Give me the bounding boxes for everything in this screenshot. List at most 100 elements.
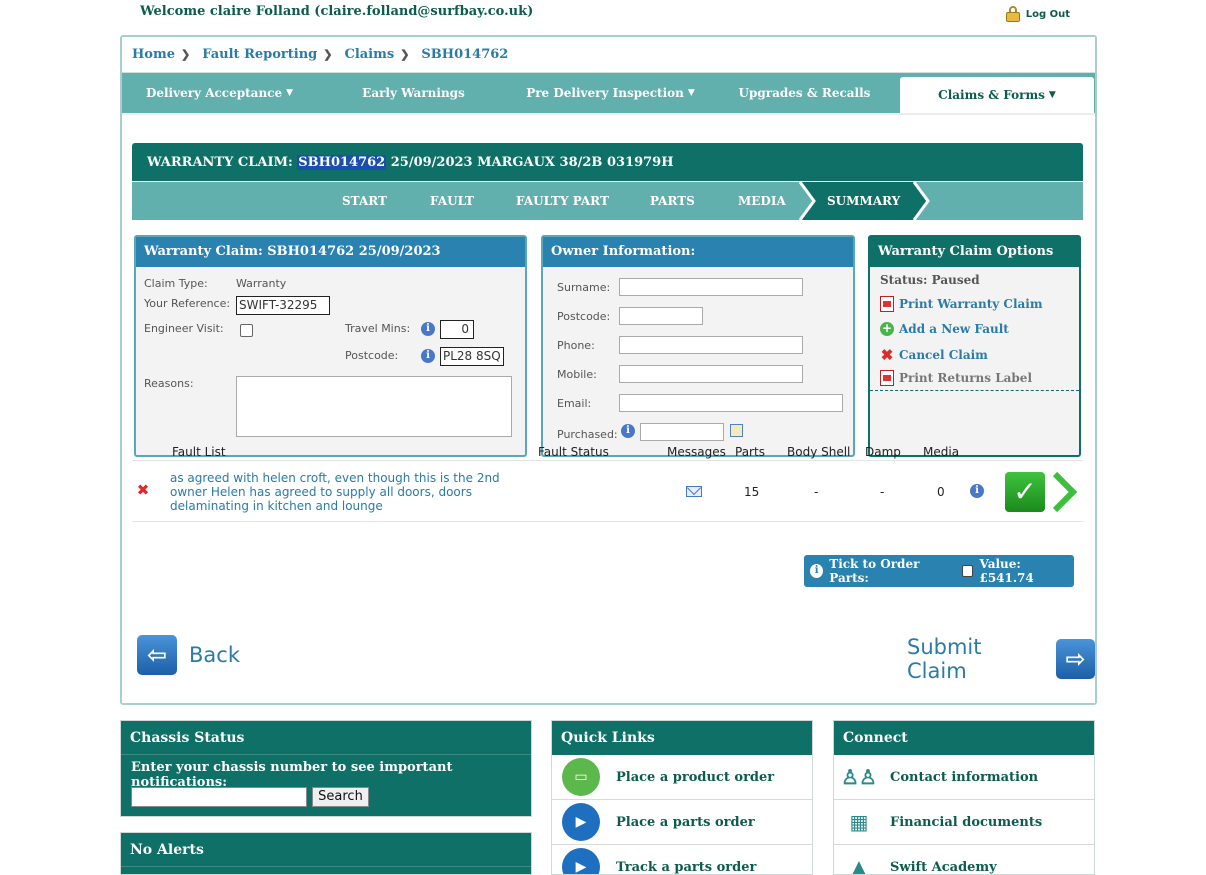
step-summary[interactable]: SUMMARY: [827, 182, 900, 220]
checkmark-icon[interactable]: ✓: [1005, 472, 1045, 512]
phone-label: Phone:: [557, 339, 595, 352]
chevron-right-icon: ❯: [323, 48, 333, 61]
surname-label: Surname:: [557, 281, 611, 294]
quick-links-title: Quick Links: [552, 721, 812, 755]
nav-claims-forms[interactable]: Claims & Forms ▼: [900, 77, 1094, 113]
search-button[interactable]: Search: [312, 787, 369, 807]
quick-links-panel: Quick Links ▭ Place a product order ▶ Pl…: [551, 720, 813, 875]
travel-mins-input[interactable]: 0: [440, 320, 474, 339]
academy-icon: ▲: [851, 855, 867, 875]
table-row: ✖ as agreed with helen croft, even thoug…: [132, 460, 1083, 522]
caret-down-icon: ▼: [687, 88, 695, 98]
engineer-visit-checkbox[interactable]: [240, 324, 253, 337]
fault-description-link[interactable]: as agreed with helen croft, even though …: [170, 471, 530, 513]
breadcrumb-fault-reporting[interactable]: Fault Reporting: [202, 47, 317, 62]
add-fault-link[interactable]: + Add a New Fault: [880, 322, 1009, 336]
info-icon[interactable]: i: [810, 564, 824, 578]
close-icon: ✖: [880, 346, 894, 364]
quick-link-label: Track a parts order: [616, 859, 757, 875]
step-media[interactable]: MEDIA: [738, 182, 786, 220]
reference-input[interactable]: SWIFT-32295: [236, 296, 330, 315]
step-parts[interactable]: PARTS: [650, 182, 695, 220]
nav-label: Pre Delivery Inspection: [526, 86, 684, 100]
plus-icon: +: [880, 321, 894, 336]
nav-label: Claims & Forms: [938, 88, 1045, 102]
owner-postcode-input[interactable]: [619, 307, 703, 325]
nav-pre-delivery-inspection[interactable]: Pre Delivery Inspection ▼: [510, 73, 711, 113]
connect-swift-academy[interactable]: ▲ Swift Academy: [834, 845, 1094, 875]
owner-postcode-label: Postcode:: [557, 310, 611, 323]
back-button[interactable]: ⇦ Back: [137, 635, 240, 675]
postcode-input[interactable]: PL28 8SQ: [440, 347, 504, 366]
warranty-box-title: Warranty Claim: SBH014762 25/09/2023: [136, 237, 525, 267]
connect-financial-documents[interactable]: ▦ Financial documents: [834, 800, 1094, 845]
fault-list-header: Fault List: [172, 445, 226, 459]
quick-link-track-order[interactable]: ▶ Track a parts order: [552, 845, 812, 875]
mail-icon[interactable]: [686, 486, 702, 497]
alerts-title: No Alerts: [121, 833, 531, 867]
chassis-status-panel: Chassis Status Enter your chassis number…: [120, 720, 532, 817]
connect-contact-information[interactable]: ♙♙ Contact information: [834, 755, 1094, 800]
nav-upgrades-recalls[interactable]: Upgrades & Recalls: [711, 73, 898, 113]
info-icon[interactable]: i: [970, 484, 984, 498]
reasons-textarea[interactable]: [236, 376, 512, 437]
nav-label: Early Warnings: [362, 86, 465, 100]
breadcrumb-home[interactable]: Home: [132, 47, 175, 62]
damp-value: -: [880, 485, 885, 499]
email-input[interactable]: [619, 394, 843, 412]
info-icon[interactable]: i: [421, 349, 435, 363]
chevron-right-icon[interactable]: [1049, 472, 1079, 512]
print-warranty-claim-link[interactable]: Print Warranty Claim: [880, 296, 1043, 312]
purchased-date-input[interactable]: [640, 423, 724, 441]
alerts-panel: No Alerts: [120, 832, 532, 875]
add-fault-label: Add a New Fault: [899, 322, 1009, 336]
quick-link-product-order[interactable]: ▭ Place a product order: [552, 755, 812, 800]
options-box-title: Warranty Claim Options: [870, 237, 1079, 267]
connect-panel: Connect ♙♙ Contact information ▦ Financi…: [833, 720, 1095, 875]
breadcrumb-claims[interactable]: Claims: [344, 47, 394, 62]
connect-title: Connect: [834, 721, 1094, 755]
surname-input[interactable]: [619, 278, 803, 296]
step-progress: START FAULT FAULTY PART PARTS MEDIA SUMM…: [132, 182, 1083, 220]
reference-label: Your Reference:: [144, 297, 231, 310]
caret-down-icon: ▼: [1048, 90, 1056, 100]
breadcrumb-claim-number[interactable]: SBH014762: [421, 47, 508, 62]
step-fault[interactable]: FAULT: [430, 182, 474, 220]
quick-link-parts-order[interactable]: ▶ Place a parts order: [552, 800, 812, 845]
media-header: Media: [923, 445, 960, 459]
order-value: Value: £541.74: [979, 557, 1034, 585]
logout-link[interactable]: Log Out: [1005, 6, 1070, 22]
cancel-claim-link[interactable]: ✖ Cancel Claim: [880, 346, 988, 364]
mobile-input[interactable]: [619, 365, 803, 383]
travel-mins-label: Travel Mins:: [345, 322, 411, 335]
claim-status: Status: Paused: [880, 273, 980, 287]
step-start[interactable]: START: [342, 182, 387, 220]
back-label: Back: [189, 643, 240, 667]
order-parts-bar: i Tick to Order Parts: Value: £541.74: [804, 555, 1074, 587]
phone-input[interactable]: [619, 336, 803, 354]
step-faulty-part[interactable]: FAULTY PART: [516, 182, 609, 220]
claim-header-details: 25/09/2023 MARGAUX 38/2B 031979H: [386, 154, 674, 170]
nav-delivery-acceptance[interactable]: Delivery Acceptance ▼: [122, 73, 317, 113]
chassis-number-input[interactable]: [131, 787, 307, 807]
caravan-icon: ▭: [562, 758, 600, 796]
chassis-prompt: Enter your chassis number to see importa…: [131, 760, 453, 790]
submit-claim-button[interactable]: Submit Claim ⇨: [907, 635, 1095, 683]
messages-header: Messages: [667, 445, 726, 459]
calendar-icon[interactable]: [730, 424, 743, 437]
pdf-icon: [880, 296, 894, 312]
info-icon[interactable]: i: [421, 322, 435, 336]
parts-header: Parts: [735, 445, 765, 459]
mobile-label: Mobile:: [557, 368, 597, 381]
claim-status-text: Status: Paused: [880, 273, 980, 287]
nav-label: Delivery Acceptance: [145, 86, 283, 100]
print-returns-label-link[interactable]: Print Returns Label: [880, 370, 1032, 386]
divider: [870, 390, 1079, 391]
nav-early-warnings[interactable]: Early Warnings: [317, 73, 510, 113]
truck-icon: ▶: [562, 848, 600, 874]
order-parts-checkbox[interactable]: [962, 565, 974, 577]
info-icon[interactable]: i: [621, 424, 635, 438]
engineer-visit-label: Engineer Visit:: [144, 322, 224, 335]
parts-count: 15: [744, 485, 760, 499]
delete-icon[interactable]: ✖: [136, 481, 150, 499]
